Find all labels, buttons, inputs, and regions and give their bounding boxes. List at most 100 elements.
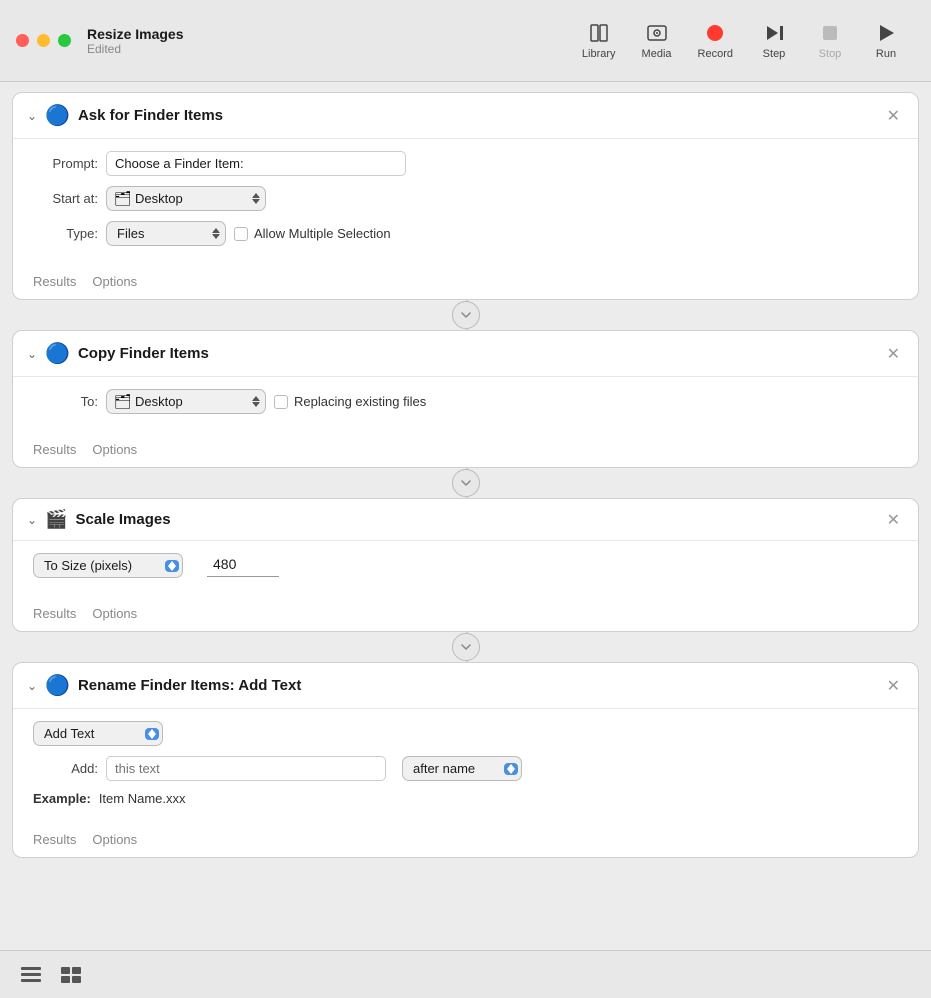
copy-finder-options[interactable]: Options: [92, 442, 137, 457]
connector-2: [12, 468, 919, 498]
ask-finder-close[interactable]: ✕: [883, 106, 904, 126]
add-label: Add:: [33, 761, 98, 776]
ask-finder-body: Prompt: Start at: Desktop 🗂: [13, 139, 918, 268]
window-controls: [16, 34, 71, 47]
scale-images-header: ⌄ 🎬 Scale Images ✕: [13, 499, 918, 541]
rename-finder-emoji: 🔵: [45, 673, 70, 698]
rename-type-stepper[interactable]: [145, 728, 159, 740]
type-select[interactable]: Files: [106, 221, 226, 246]
rename-type-wrapper: Add Text: [33, 721, 163, 746]
copy-finder-body: To: Desktop 🗂 Replacing existing files: [13, 377, 918, 436]
example-value: Item Name.xxx: [99, 791, 186, 806]
scale-images-footer: Results Options: [13, 600, 918, 631]
library-label: Library: [582, 48, 616, 60]
copy-finder-close[interactable]: ✕: [883, 344, 904, 364]
bottom-toolbar: [0, 950, 931, 998]
copy-finder-title: Copy Finder Items: [78, 345, 875, 362]
startat-select-wrapper: Desktop 🗂: [106, 186, 266, 211]
allow-multiple-label: Allow Multiple Selection: [254, 226, 391, 241]
scale-options[interactable]: Options: [92, 606, 137, 621]
scale-number-wrapper: [207, 554, 279, 577]
ask-finder-prompt-row: Prompt:: [33, 151, 898, 176]
startat-select[interactable]: Desktop: [106, 186, 266, 211]
titlebar: Resize Images Edited Library Media: [0, 0, 931, 82]
toolbar: Library Media Record: [572, 16, 911, 66]
prompt-input[interactable]: [106, 151, 406, 176]
toolbar-library[interactable]: Library: [572, 16, 626, 66]
media-icon: [646, 22, 668, 44]
rename-options[interactable]: Options: [92, 832, 137, 847]
grid-view-button[interactable]: [56, 962, 86, 988]
scale-images-close[interactable]: ✕: [883, 510, 904, 530]
to-label: To:: [33, 394, 98, 409]
copy-to-select-wrapper: Desktop 🗂: [106, 389, 266, 414]
scale-select[interactable]: To Size (pixels): [33, 553, 183, 578]
step-label: Step: [763, 48, 786, 60]
rename-finder-body: Add Text Add: after name before name: [13, 709, 918, 826]
list-view-button[interactable]: [16, 962, 46, 988]
prompt-label: Prompt:: [33, 156, 98, 171]
rename-finder-chevron[interactable]: ⌄: [27, 679, 37, 693]
ask-finder-header: ⌄ 🔵 Ask for Finder Items ✕: [13, 93, 918, 139]
toolbar-run[interactable]: Run: [861, 16, 911, 66]
scale-size-row: To Size (pixels): [33, 553, 898, 578]
ask-finder-type-row: Type: Files Allow Multiple Selection: [33, 221, 898, 246]
scale-images-title: Scale Images: [75, 511, 874, 528]
copy-finder-chevron[interactable]: ⌄: [27, 347, 37, 361]
ask-finder-chevron[interactable]: ⌄: [27, 109, 37, 123]
scale-number-input[interactable]: [213, 556, 273, 572]
main-content: ⌄ 🔵 Ask for Finder Items ✕ Prompt: Start…: [0, 82, 931, 868]
ask-finder-options[interactable]: Options: [92, 274, 137, 289]
after-name-stepper[interactable]: [504, 763, 518, 775]
ask-finder-results[interactable]: Results: [33, 274, 76, 289]
maximize-button[interactable]: [58, 34, 71, 47]
rename-finder-close[interactable]: ✕: [883, 676, 904, 696]
rename-add-row: Add: after name before name: [33, 756, 898, 781]
replacing-checkbox[interactable]: [274, 395, 288, 409]
toolbar-step[interactable]: Step: [749, 16, 799, 66]
rename-finder-header: ⌄ 🔵 Rename Finder Items: Add Text ✕: [13, 663, 918, 709]
toolbar-media[interactable]: Media: [632, 16, 682, 66]
connector-icon-2: [452, 469, 480, 497]
app-title: Resize Images: [87, 26, 184, 42]
connector-1: [12, 300, 919, 330]
record-icon: [704, 22, 726, 44]
copy-finder-emoji: 🔵: [45, 341, 70, 366]
copy-to-row: To: Desktop 🗂 Replacing existing files: [33, 389, 898, 414]
scale-stepper[interactable]: [165, 560, 179, 572]
startat-label: Start at:: [33, 191, 98, 206]
copy-to-select[interactable]: Desktop: [106, 389, 266, 414]
copy-finder-card: ⌄ 🔵 Copy Finder Items ✕ To: Desktop 🗂: [12, 330, 919, 468]
scale-images-body: To Size (pixels): [13, 541, 918, 600]
scale-images-chevron[interactable]: ⌄: [27, 513, 37, 527]
rename-type-select[interactable]: Add Text: [33, 721, 163, 746]
add-text-input[interactable]: [106, 756, 386, 781]
ask-finder-card: ⌄ 🔵 Ask for Finder Items ✕ Prompt: Start…: [12, 92, 919, 300]
scale-select-wrapper: To Size (pixels): [33, 553, 183, 578]
toolbar-record[interactable]: Record: [688, 16, 743, 66]
minimize-button[interactable]: [37, 34, 50, 47]
ask-finder-startat-row: Start at: Desktop 🗂: [33, 186, 898, 211]
ask-finder-title: Ask for Finder Items: [78, 107, 875, 124]
ask-finder-footer: Results Options: [13, 268, 918, 299]
after-name-wrapper: after name before name: [402, 756, 522, 781]
toolbar-stop[interactable]: Stop: [805, 16, 855, 66]
allow-multiple-wrapper: Allow Multiple Selection: [234, 226, 391, 241]
rename-results[interactable]: Results: [33, 832, 76, 847]
run-label: Run: [876, 48, 896, 60]
media-label: Media: [642, 48, 672, 60]
ask-finder-emoji: 🔵: [45, 103, 70, 128]
rename-finder-card: ⌄ 🔵 Rename Finder Items: Add Text ✕ Add …: [12, 662, 919, 858]
copy-finder-results[interactable]: Results: [33, 442, 76, 457]
library-icon: [588, 22, 610, 44]
run-icon: [875, 22, 897, 44]
type-select-wrapper: Files: [106, 221, 226, 246]
rename-type-row: Add Text: [33, 721, 898, 746]
replacing-wrapper: Replacing existing files: [274, 394, 426, 409]
replacing-label: Replacing existing files: [294, 394, 426, 409]
allow-multiple-checkbox[interactable]: [234, 227, 248, 241]
step-icon: [763, 22, 785, 44]
close-button[interactable]: [16, 34, 29, 47]
rename-finder-footer: Results Options: [13, 826, 918, 857]
scale-results[interactable]: Results: [33, 606, 76, 621]
